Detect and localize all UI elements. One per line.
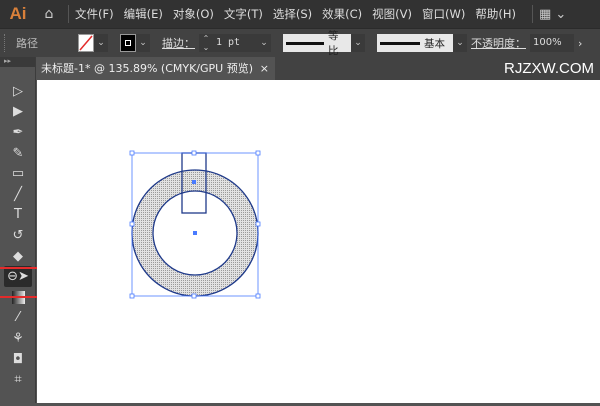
document-tab[interactable]: 未标题-1* @ 135.89% (CMYK/GPU 预览) × (35, 57, 275, 80)
menu-file[interactable]: 文件(F) (75, 6, 114, 22)
puppet-warp-tool-icon[interactable]: ⚘ (0, 328, 36, 349)
paintbrush-tool-icon[interactable]: ╱ (0, 184, 36, 205)
fill-swatch[interactable] (78, 34, 94, 52)
selection-tool-icon[interactable]: ▶ (0, 102, 36, 123)
stroke-weight-dropdown[interactable]: ⌄ (257, 34, 271, 52)
menu-object[interactable]: 对象(O) (173, 6, 214, 22)
home-icon[interactable]: ⌂ (36, 6, 62, 22)
eyedropper-tool-icon[interactable]: ⁄ (0, 308, 36, 329)
direct-selection-tool-icon[interactable]: ▷ (0, 81, 36, 102)
document-tab-bar: 未标题-1* @ 135.89% (CMYK/GPU 预览) × RJZXW.C… (0, 57, 600, 80)
brush-definition[interactable]: 基本 (377, 34, 453, 52)
type-tool-icon[interactable]: T (0, 205, 36, 226)
menu-help[interactable]: 帮助(H) (475, 6, 516, 22)
app-logo: Ai (9, 4, 27, 23)
rectangle-tool-icon[interactable]: ▭ (0, 163, 36, 184)
menu-select[interactable]: 选择(S) (273, 6, 312, 22)
stroke-dropdown[interactable]: ⌄ (136, 34, 150, 52)
artwork[interactable] (37, 80, 600, 403)
variable-width-profile[interactable]: 等比 (283, 30, 351, 57)
eraser-tool-icon[interactable]: ◆ (0, 246, 36, 267)
profile-label: 等比 (328, 30, 339, 57)
profile-dropdown[interactable]: ⌄ (351, 34, 365, 52)
pen-tool-icon[interactable]: ✒ (0, 122, 36, 143)
opacity-input[interactable]: 100% (530, 34, 574, 52)
tools-panel: ▸▸ ▷ ▶ ✒ ✎ ▭ ╱ T ↺ ◆ ⊖➤ ⁄ ⚘ ◘ ⌗ (0, 57, 36, 403)
workspace-layout-icon[interactable]: ▦ ⌄ (539, 7, 566, 22)
brush-label: 基本 (424, 37, 445, 50)
divider (531, 5, 533, 23)
stroke-weight-input[interactable]: 1 pt (213, 34, 257, 52)
artboard-canvas[interactable] (37, 80, 600, 403)
curvature-tool-icon[interactable]: ✎ (0, 143, 36, 164)
symbol-sprayer-tool-icon[interactable]: ◘ (0, 349, 36, 370)
stroke-label[interactable]: 描边： (162, 35, 195, 51)
center-point (193, 231, 197, 235)
document-tab-title: 未标题-1* @ 135.89% (CMYK/GPU 预览) (41, 62, 253, 75)
chevron-right-icon[interactable]: › (578, 37, 582, 50)
control-bar: 路径 ⌄ ⌄ 描边： ⌃ ⌄ 1 pt ⌄ 等比 ⌄ 基本 ⌄ 不透明度： 100… (0, 28, 600, 57)
center-point (192, 180, 196, 184)
divider (68, 5, 69, 23)
brush-dropdown[interactable]: ⌄ (453, 34, 467, 52)
object-type-label: 路径 (16, 37, 38, 50)
menu-edit[interactable]: 编辑(E) (124, 6, 163, 22)
close-tab-icon[interactable]: × (260, 57, 269, 80)
opacity-label[interactable]: 不透明度： (471, 35, 526, 51)
collapse-panel-icon[interactable]: ▸▸ (0, 57, 35, 67)
grip-handle[interactable] (4, 34, 8, 52)
menu-window[interactable]: 窗口(W) (422, 6, 465, 22)
stroke-weight-stepper[interactable]: ⌃ ⌄ (199, 34, 213, 52)
stroke-swatch[interactable] (120, 34, 136, 52)
rotate-tool-icon[interactable]: ↺ (0, 225, 36, 246)
watermark: RJZXW.COM (504, 60, 594, 77)
artboard-tool-icon[interactable]: ⌗ (0, 369, 36, 390)
menu-view[interactable]: 视图(V) (372, 6, 412, 22)
fill-dropdown[interactable]: ⌄ (94, 34, 108, 52)
menu-bar: Ai ⌂ 文件(F) 编辑(E) 对象(O) 文字(T) 选择(S) 效果(C)… (0, 0, 600, 28)
menu-effect[interactable]: 效果(C) (322, 6, 362, 22)
menu-type[interactable]: 文字(T) (224, 6, 263, 22)
